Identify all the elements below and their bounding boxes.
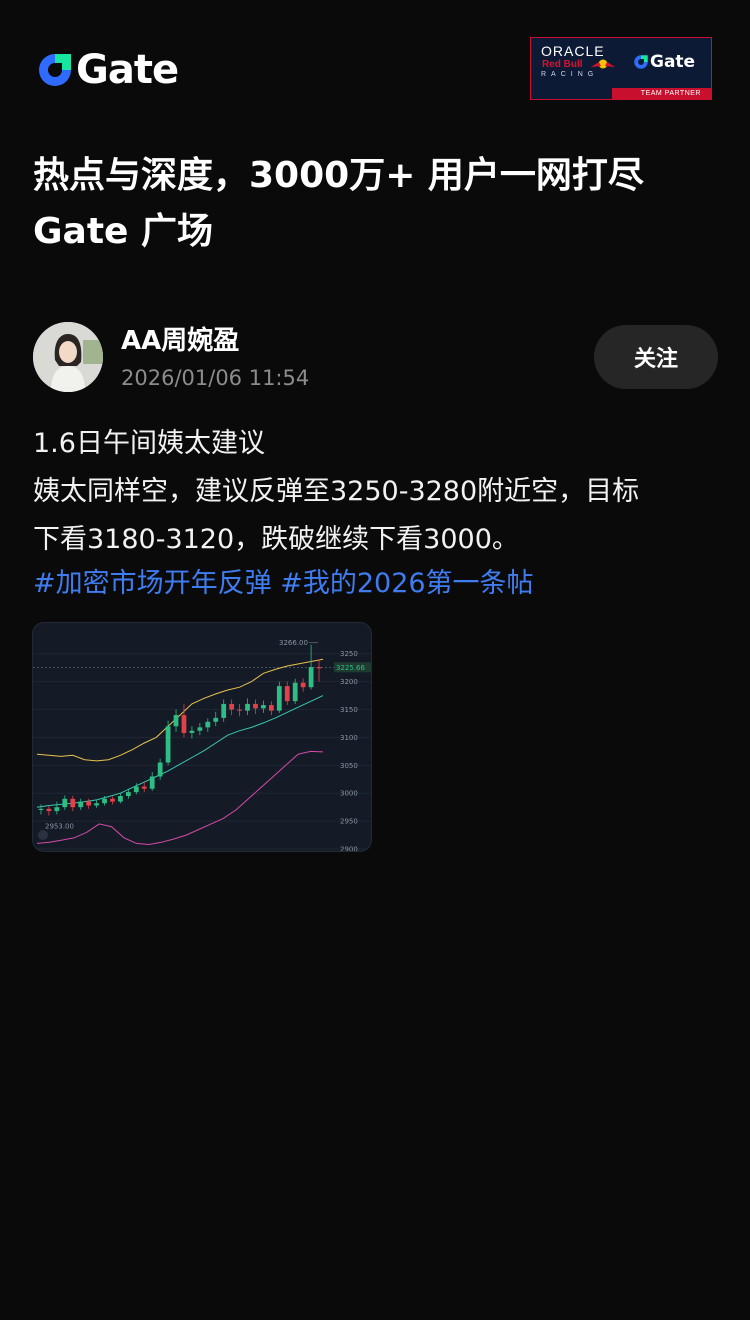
post-line-1: 1.6日午间姨太建议	[33, 428, 265, 459]
candle-body	[38, 808, 44, 810]
candle-body	[229, 703, 235, 710]
logo-text: Gate	[76, 47, 179, 93]
redbull-text: Red Bull	[542, 59, 583, 70]
candle-body	[308, 667, 314, 688]
racing-text: RACING	[541, 71, 599, 78]
candle-body	[157, 762, 163, 777]
candle-body	[125, 792, 131, 796]
y-tick-label: 3150	[340, 706, 358, 714]
candlestick-chart: 3250 3200 3150 3100 3050 3000 2950 2900 3225.66 3…	[33, 639, 371, 853]
y-tick-label: 3250	[340, 650, 358, 658]
current-price-label: 3225.66	[336, 664, 365, 672]
post-line-3: 下看3180-3120，跌破继续下看3000。	[33, 524, 519, 555]
low-label: 2953.00	[45, 822, 74, 830]
candle-body	[62, 798, 68, 808]
y-tick-label: 2950	[340, 818, 358, 826]
candle-body	[300, 682, 306, 688]
team-partner-band: TEAM PARTNER	[531, 88, 711, 99]
chart-watermark-icon	[38, 830, 48, 840]
candle-body	[94, 803, 99, 806]
middle-band-line	[36, 695, 324, 808]
gate-logo-icon	[634, 55, 648, 69]
candle-body	[316, 667, 322, 669]
candle-body	[110, 798, 115, 802]
y-tick-label: 3050	[340, 762, 358, 770]
gate-logo: Gate	[36, 47, 179, 93]
candle-body	[237, 709, 242, 711]
candle-body	[141, 786, 147, 789]
partner-gate-logo: Gate	[633, 52, 695, 72]
follow-button[interactable]: 关注	[594, 325, 718, 389]
y-tick-label: 3100	[340, 734, 358, 742]
redbull-icon	[591, 59, 615, 69]
candle-body	[221, 703, 227, 718]
candle-body	[268, 705, 274, 711]
candle-body	[276, 686, 282, 711]
oracle-text: ORACLE	[541, 43, 605, 59]
hashtag-link[interactable]: #加密市场开年反弹	[33, 568, 272, 599]
partner-gate-text: Gate	[650, 52, 696, 72]
candle-body	[284, 686, 290, 702]
avatar[interactable]	[33, 322, 103, 392]
candle-body	[78, 801, 84, 808]
gate-logo-icon	[39, 54, 71, 86]
candle-body	[118, 796, 123, 802]
candle-body	[54, 807, 60, 812]
headline: 热点与深度，3000万+ 用户一网打尽 Gate 广场	[33, 148, 723, 260]
y-tick-label: 2900	[340, 846, 358, 853]
candle-body	[197, 727, 203, 731]
post-line-2: 姨太同样空，建议反弹至3250-3280附近空，目标	[33, 476, 640, 507]
candle-body	[189, 730, 195, 733]
hashtag-link[interactable]: #我的2026第一条帖	[280, 568, 533, 599]
team-partner-label: TEAM PARTNER	[640, 90, 701, 97]
candle-body	[86, 801, 92, 806]
post-timestamp: 2026/01/06 11:54	[121, 366, 310, 390]
candle-body	[292, 682, 298, 702]
author-name[interactable]: AA周婉盈	[121, 323, 239, 359]
candle-body	[173, 715, 179, 727]
headline-line-1: 热点与深度，3000万+ 用户一网打尽	[33, 155, 644, 196]
candle-body	[181, 715, 187, 733]
candle-body	[261, 705, 266, 709]
candle-body	[165, 726, 171, 763]
chart-image[interactable]: 3250 3200 3150 3100 3050 3000 2950 2900 3225.66 3…	[32, 622, 372, 852]
y-tick-label: 3200	[340, 678, 358, 686]
candle-body	[102, 798, 107, 804]
candle-body	[149, 776, 155, 789]
high-label: 3266.00	[279, 639, 308, 647]
headline-line-2: Gate 广场	[33, 211, 214, 252]
candle-body	[253, 703, 258, 709]
candle-body	[213, 717, 219, 722]
candle-body	[205, 721, 211, 728]
candle-body	[46, 808, 52, 812]
post-body: 1.6日午间姨太建议 姨太同样空，建议反弹至3250-3280附近空，目标 下看…	[33, 420, 723, 564]
y-tick-label: 3000	[340, 790, 358, 798]
candle-body	[245, 703, 250, 711]
candle-body	[133, 786, 139, 793]
team-partner-banner: ORACLE Red Bull RACING Gate TEAM PARTNER	[530, 37, 712, 100]
candle-body	[70, 798, 76, 808]
avatar-image	[33, 322, 103, 392]
post-tags: #加密市场开年反弹 #我的2026第一条帖	[33, 560, 534, 608]
